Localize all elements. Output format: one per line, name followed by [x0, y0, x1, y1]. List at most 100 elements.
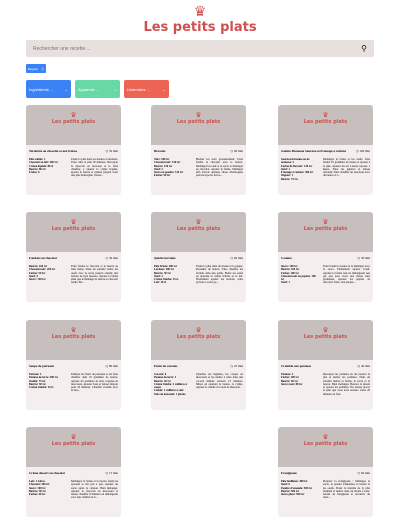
chef-hat-icon: ♛ — [70, 111, 77, 119]
ingredient: Sucre roux: 80 Gr — [281, 382, 303, 386]
ingredient-list: Pâte brisée: 200 Gr Lardons: 200 Gr Beurre… — [154, 265, 192, 285]
placeholder-logo-text: Les petits plats — [176, 226, 221, 232]
time-label: 80 min — [109, 364, 118, 368]
ingredient: Beurre: 75 Gr — [281, 177, 298, 181]
recipe-time: ◷ 60 min — [357, 471, 370, 475]
recipe-card[interactable]: ♛ Les petits plats Crumble aux pommes ◷ 40… — [278, 320, 373, 410]
ingredient-list: Noix: 180 Gr Chocolat noir: 150 Gr Beurre:… — [154, 158, 192, 178]
recipe-time: ◷ 30 min — [357, 256, 370, 260]
ingredient: Lait: 20 cl — [154, 281, 167, 285]
chef-hat-icon: ♛ — [70, 218, 77, 226]
placeholder-logo-text: Les petits plats — [303, 119, 348, 125]
recipe-title: Quiche lorraine — [154, 256, 176, 260]
recipe-card[interactable]: ♛ Les petits plats Tartelette au chocolat… — [26, 105, 121, 195]
placeholder-logo-text: Les petits plats — [303, 441, 348, 447]
ingredient-list: Pâte sablée: 1 Chocolat au lait: 300 Gr Cr… — [29, 158, 67, 178]
recipe-description: Préparer la frangipane : Mélanger le suc… — [323, 480, 370, 500]
ingredient-list: Lait: 1 Litres Chocolat: 200 Gr Sucre: 100… — [29, 480, 67, 500]
recipe-card[interactable]: ♛ Les petits plats Cookies ◷ 30 min Sucre:… — [278, 212, 373, 302]
recipe-card[interactable]: ♛ Les petits plats Frangipane ◷ 60 min Pât… — [278, 427, 373, 517]
search-icon[interactable]: ⚲ — [361, 44, 367, 53]
recipe-time: ◷ 25 min — [230, 364, 243, 368]
recipe-image-placeholder: ♛ Les petits plats — [278, 105, 373, 145]
recipe-card[interactable]: ♛ Les petits plats Brownie ◷ 60 min Noix: … — [151, 105, 246, 195]
chef-hat-icon: ♛ — [322, 111, 329, 119]
recipe-description: Faire fondre le beurre et le mélanger av… — [323, 265, 370, 285]
recipe-title: Tartelette au chocolat et aux fraises — [29, 149, 78, 153]
recipe-card[interactable]: ♛ Les petits plats Fondant au chocolat ◷ 3… — [26, 212, 121, 302]
chef-hat-icon: ♛ — [193, 5, 207, 20]
placeholder-logo-text: Les petits plats — [303, 226, 348, 232]
recipe-time: ◷ 30 min — [105, 256, 118, 260]
search-bar: ⚲ — [26, 40, 374, 57]
site-title: Les petits plats — [143, 20, 257, 35]
recipe-card[interactable]: ♛ Les petits plats Purée de carottes ◷ 25 … — [151, 320, 246, 410]
recipe-time: ◷ 80 min — [105, 364, 118, 368]
time-label: 100 min — [359, 149, 370, 153]
recipe-image-placeholder: ♛ Les petits plats — [278, 212, 373, 252]
time-label: 60 min — [234, 149, 243, 153]
recipe-time: ◷ 50 min — [105, 149, 118, 153]
ingredient: Farine: 40 Gr — [29, 493, 46, 497]
recipe-card[interactable]: ♛ Les petits plats Crème dessert au choco… — [26, 427, 121, 517]
recipe-description: Découper les pommes en dé, beurrer le pl… — [323, 373, 370, 396]
ingredient-list: Beurre: 160 Gr Chocolat noir: 200 Gr Farin… — [29, 265, 67, 285]
recipe-card[interactable]: ♛ Les petits plats Soupe de poireaux ◷ 80 … — [26, 320, 121, 410]
search-input[interactable] — [33, 45, 333, 52]
dropdown-label: Ustensiles ... — [127, 86, 150, 92]
ingredient: Crème fraîche: 10 cl — [29, 386, 54, 390]
ingredient: Chocolat noir en pepites: 100 Gr — [281, 274, 316, 282]
dropdown-label: Appareils ... — [78, 86, 100, 92]
recipe-title: Soupe de poireaux — [29, 364, 55, 368]
time-label: 30 min — [109, 256, 118, 260]
time-label: 30 min — [361, 256, 370, 260]
ingredient: Crème fraîche: 2 cuillères à soupe — [154, 382, 187, 390]
recipe-description: Mélangez la farine et les oeufs, faire f… — [323, 158, 370, 178]
chef-hat-icon: ♛ — [195, 326, 202, 334]
ingredient-list: Poireau: 3 Pomme de terre: 400 Gr Oseille:… — [29, 373, 67, 393]
chef-hat-icon: ♛ — [322, 326, 329, 334]
time-label: 25 min — [234, 364, 243, 368]
dropdown-utensils[interactable]: Ustensiles ... ⌄ — [124, 80, 169, 98]
dropdown-ingredients[interactable]: Ingrédients ... ⌄ — [26, 80, 71, 98]
recipe-title: Frangipane — [281, 471, 297, 475]
time-label: 60 min — [234, 256, 243, 260]
placeholder-logo-text: Les petits plats — [176, 119, 221, 125]
tag-label: Beignet — [27, 66, 38, 71]
recipe-time: ◷ 15 min — [105, 471, 118, 475]
recipe-card[interactable]: ♛ Les petits plats Quiche lorraine ◷ 60 mi… — [151, 212, 246, 302]
chef-hat-icon: ♛ — [70, 433, 77, 441]
recipe-image-placeholder: ♛ Les petits plats — [26, 320, 121, 360]
placeholder-logo-text: Les petits plats — [51, 334, 96, 340]
recipe-image-placeholder: ♛ Les petits plats — [151, 320, 246, 360]
recipe-description: Eplucher les légumes, les couper en morc… — [196, 373, 243, 390]
chevron-down-icon: ⌄ — [162, 86, 166, 92]
recipe-card[interactable]: ♛ Les petits plats Galette Bretonne Sauci… — [278, 105, 373, 195]
chef-hat-icon: ♛ — [322, 218, 329, 226]
recipe-title: Brownie — [154, 149, 166, 153]
ingredient: Oeuf: 1 — [281, 281, 290, 285]
recipe-time: ◷ 40 min — [357, 364, 370, 368]
ingredient-list: Sucre: 100 Gr Beurre: 100 Gr Farine: 100 G… — [281, 265, 319, 285]
close-circle-icon[interactable]: ⓧ — [41, 67, 44, 71]
recipe-image-placeholder: ♛ Les petits plats — [151, 105, 246, 145]
ingredient-list: Saucisse bretonne ou de toulouse: 2 Farin… — [281, 158, 319, 181]
active-tag: Beignet ⓧ — [26, 64, 46, 73]
chef-hat-icon: ♛ — [322, 433, 329, 441]
recipe-description: Faire fondre le chocolat et le beurre au… — [71, 265, 118, 285]
time-label: 60 min — [361, 471, 370, 475]
dropdown-label: Ingrédients ... — [29, 86, 54, 92]
ingredient: Farine: 90 Gr — [154, 174, 171, 178]
ingredient: Sucre glace: 500 Gr — [281, 493, 305, 497]
recipe-title: Crème dessert au chocolat — [29, 471, 65, 475]
ingredient-list: Pâte feuilletée: 400 Gr Oeuf: 6 Poudre d'a… — [281, 480, 319, 500]
recipe-description: Etaler la pâte dans les moules à tartele… — [71, 158, 118, 178]
recipe-time: ◷ 60 min — [230, 149, 243, 153]
recipe-title: Fondant au chocolat — [29, 256, 57, 260]
placeholder-logo-text: Les petits plats — [176, 334, 221, 340]
ingredient-list: Carotte: 6 Pomme de terre: 1 Beurre: 20 Gr… — [154, 373, 192, 396]
time-label: 40 min — [361, 364, 370, 368]
dropdown-appliances[interactable]: Appareils ... ⌄ — [75, 80, 120, 98]
recipe-image-placeholder: ♛ Les petits plats — [151, 212, 246, 252]
recipe-title: Purée de carottes — [154, 364, 178, 368]
